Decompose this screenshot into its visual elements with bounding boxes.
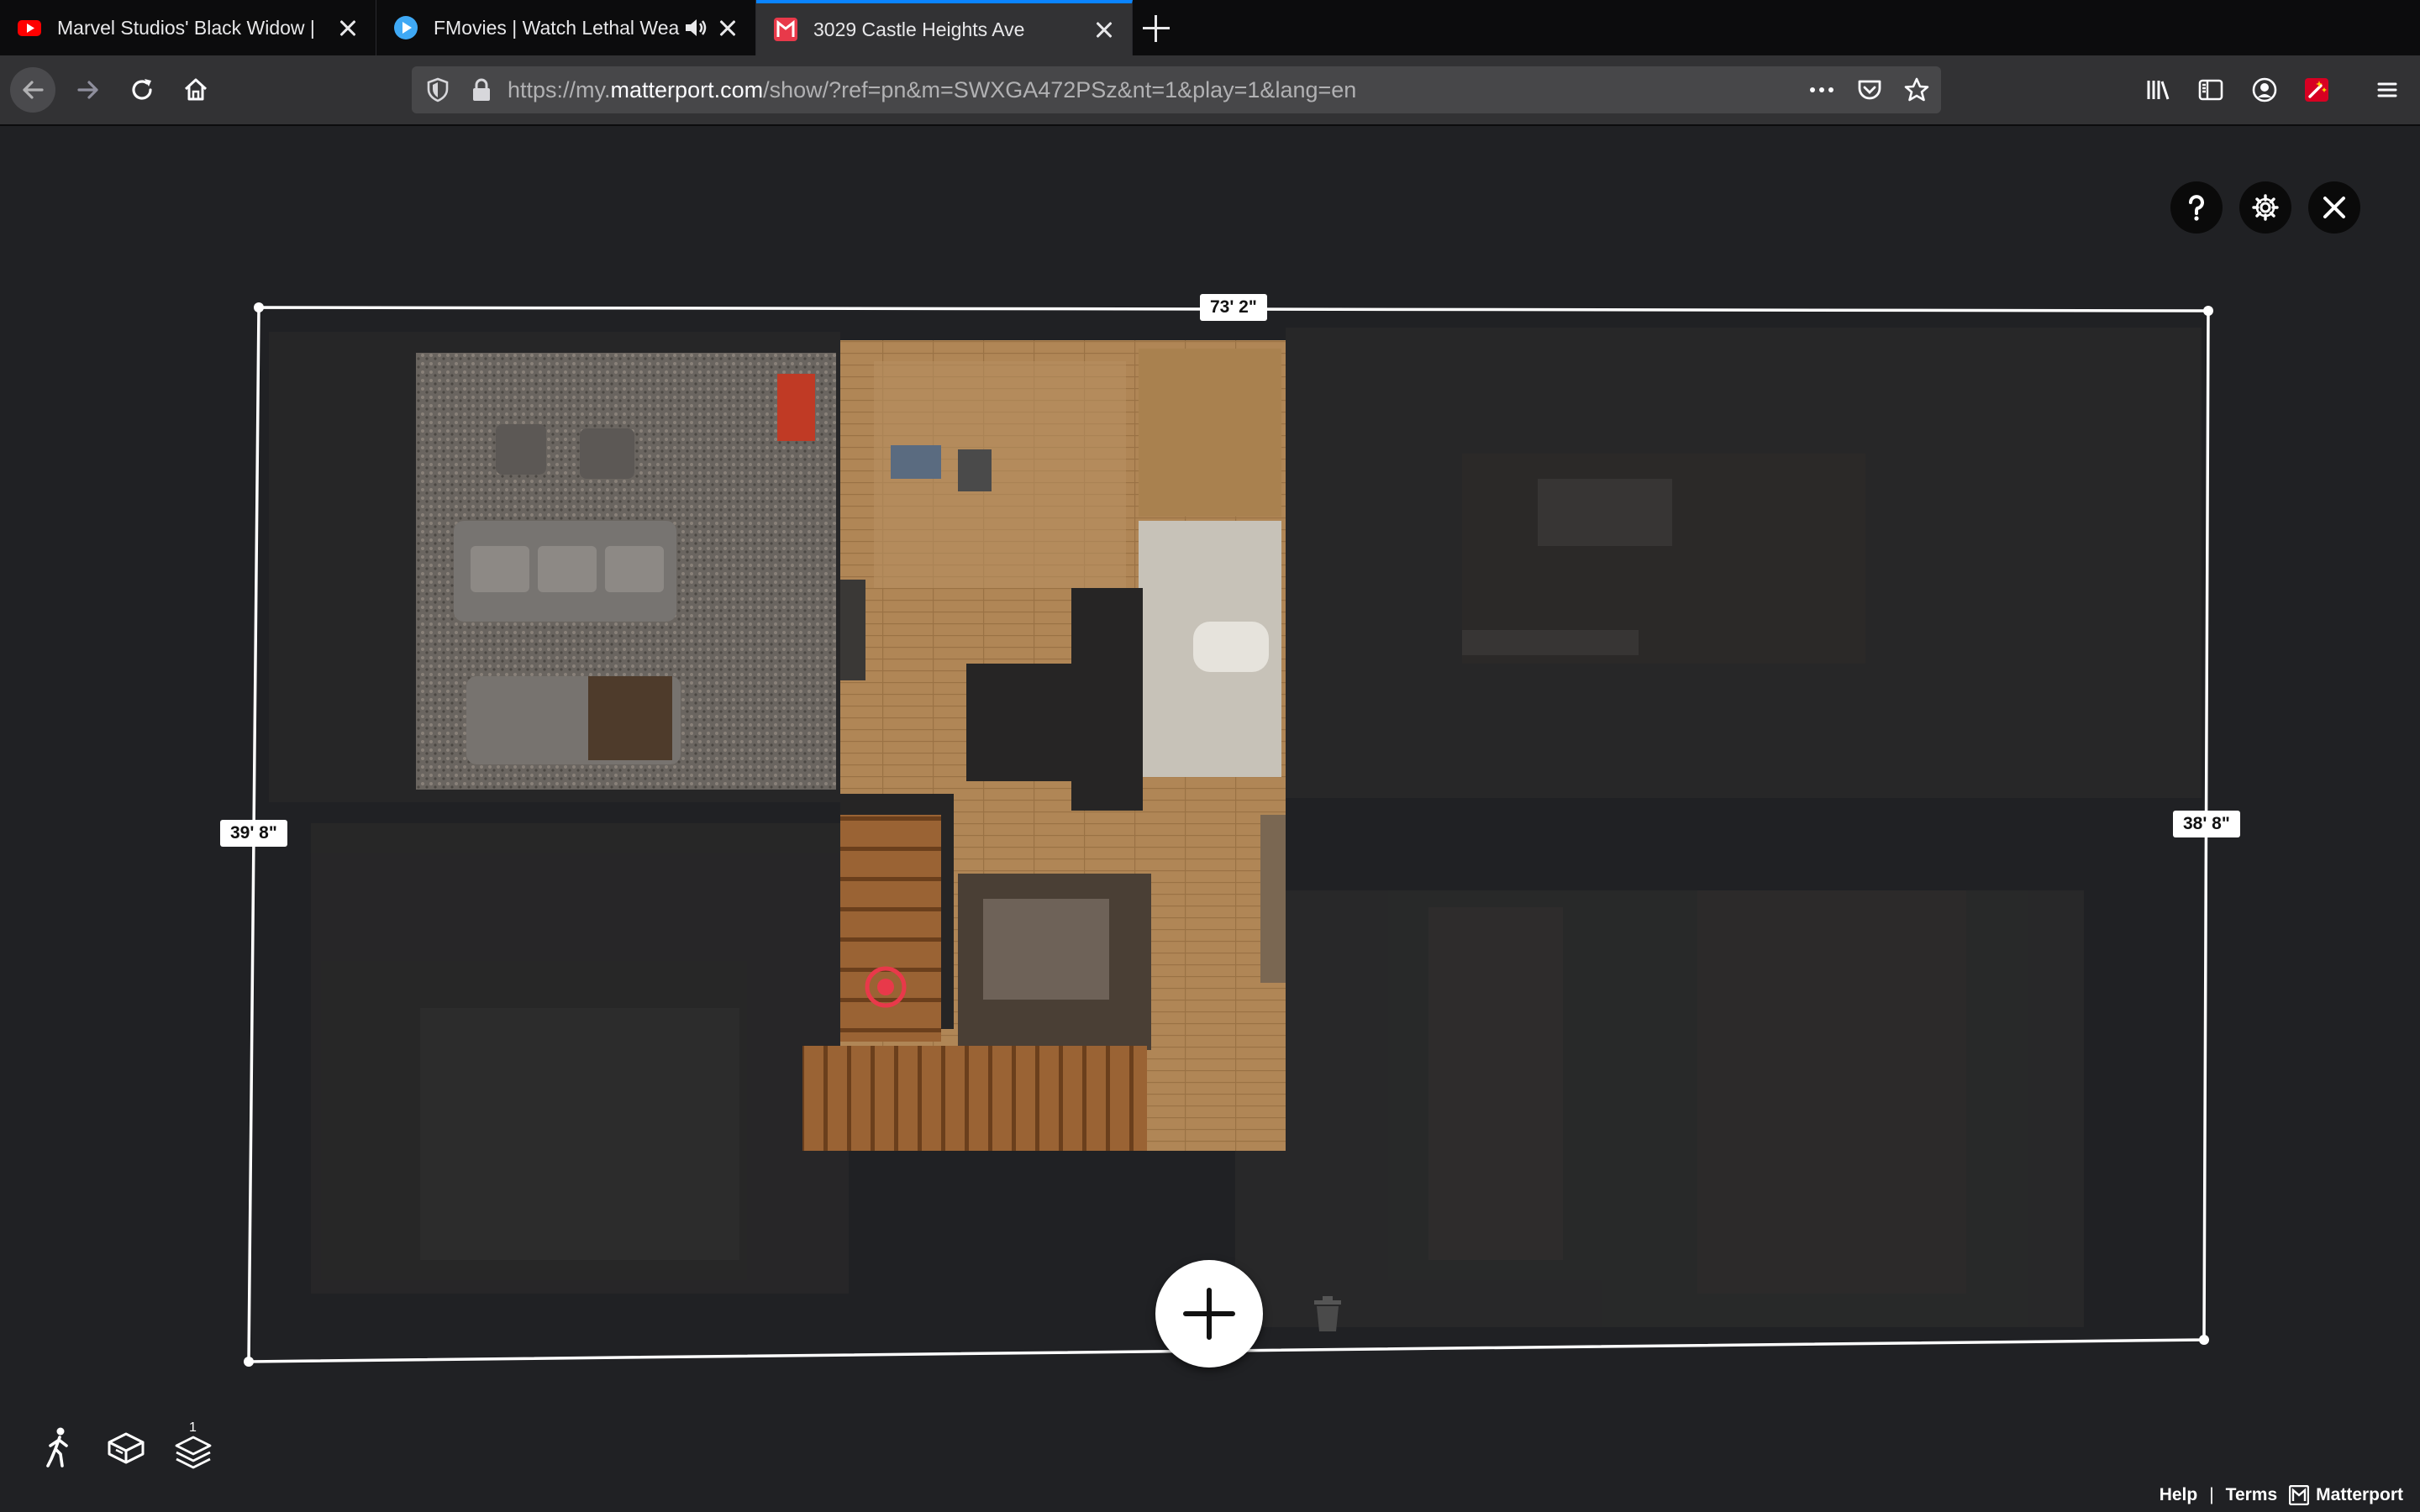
corner-handle[interactable] (254, 302, 264, 312)
terms-link[interactable]: Terms (2226, 1485, 2277, 1505)
corner-handle[interactable] (2203, 306, 2213, 316)
corner-handle[interactable] (244, 1357, 254, 1367)
staircase (840, 815, 941, 1042)
brand-name: Matterport (2316, 1485, 2403, 1504)
dollhouse-icon (108, 1432, 145, 1464)
dollhouse-mode-button[interactable] (103, 1424, 150, 1471)
living-room (416, 353, 836, 790)
settings-button[interactable] (2239, 181, 2291, 234)
footer-separator: | (2209, 1485, 2214, 1504)
close-icon (2323, 197, 2345, 218)
walkthrough-mode-button[interactable] (35, 1424, 82, 1471)
footer-links: Help | Terms Matterport (2160, 1482, 2403, 1509)
dimension-label-right: 38' 8" (2173, 811, 2240, 837)
matterport-brand-link[interactable]: Matterport (2289, 1485, 2403, 1505)
plus-icon (1183, 1288, 1235, 1340)
trash-icon[interactable] (1311, 1294, 1344, 1334)
question-mark-icon (2189, 195, 2204, 221)
person-walking-icon (46, 1427, 68, 1467)
close-button[interactable] (2308, 181, 2360, 234)
staircase-lower (802, 1046, 1147, 1151)
floor-selector-button[interactable]: 1 (170, 1420, 217, 1471)
dimension-label-top: 73' 2" (1200, 294, 1267, 321)
help-link[interactable]: Help (2160, 1485, 2198, 1505)
add-measurement-button[interactable] (1155, 1260, 1263, 1368)
gear-icon (2252, 194, 2279, 221)
floor-number-badge: 1 (189, 1420, 197, 1435)
corner-handle[interactable] (2199, 1335, 2209, 1345)
dimension-label-left: 39' 8" (220, 820, 287, 847)
help-button[interactable] (2170, 181, 2223, 234)
matterport-logo-icon (2289, 1485, 2310, 1505)
